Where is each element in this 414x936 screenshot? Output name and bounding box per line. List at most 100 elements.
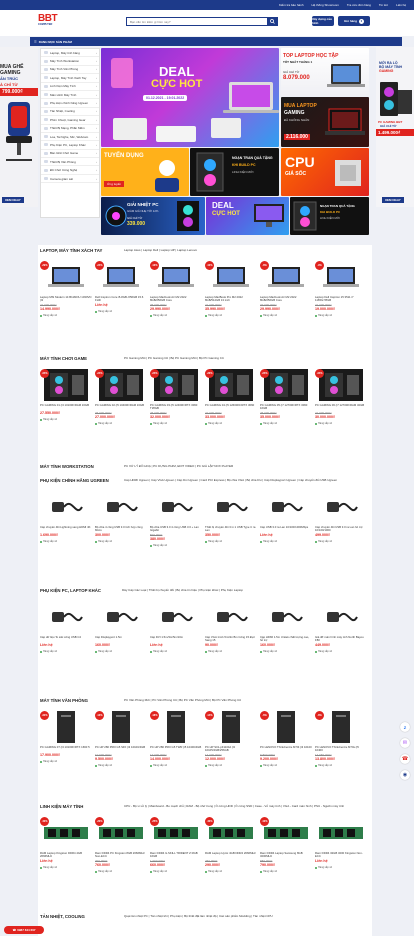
product-name[interactable]: PC LENOVO ThinkCentre M70t (i3 10100 <box>260 746 312 753</box>
product-card[interactable]: -8% Laptop Macbook Air M2 2022 8GB/256GB … <box>260 261 312 317</box>
product-card[interactable]: -6% PC LENOVO ThinkCentre M70t (i3 10100 9… <box>260 711 312 767</box>
product-card[interactable]: Cáp Displayport 1.5m 160.000₫ Hàng sắp về <box>95 601 147 653</box>
product-image[interactable] <box>315 601 367 633</box>
menu-item[interactable]: Camera giám sát › <box>41 175 99 184</box>
right-side-ad[interactable]: MỚI RA LÒ BỘ MÁY TÍNH GAMING PC GAMING B… <box>376 47 414 207</box>
product-name[interactable]: Cáp VGA 1m/1.5m/3m/5m Cổng 15 Đực Sang 1… <box>205 636 257 643</box>
product-name[interactable]: Cáp chuyển đổi USB 3.0 ra Lan hỗ trợ 10/… <box>315 526 367 533</box>
product-card[interactable]: Giá đỡ màn hình máy tính North Bayou F80… <box>315 601 367 653</box>
product-name[interactable]: PC GAMING 04 (i5 12600KF/RTX 3060 <box>205 404 257 411</box>
section-title[interactable]: LINH KIỆN MÁY TÍNH <box>40 804 83 809</box>
search-button[interactable] <box>267 18 277 25</box>
product-name[interactable]: Bộ chia USB 3.0 4 cổng USB 3.0 + Lan Gig… <box>150 526 202 533</box>
product-name[interactable]: Bộ chia 4 cổng USB 3.0 tích hợp cổng Mic… <box>95 526 147 533</box>
menu-item[interactable]: Laptop, Máy Tính Xách Tay › <box>41 74 99 83</box>
product-card[interactable]: Bộ chia 4 cổng USB 3.0 tích hợp cổng Mic… <box>95 491 147 547</box>
chat-widget[interactable]: ◉ <box>400 770 410 780</box>
product-name[interactable]: Cáp HDMI 1.5m Unitek chất lượng cao, hỗ … <box>260 636 312 643</box>
section-category-links[interactable]: CPU - Bộ vi xử lý | Mainboard - Bo mạch … <box>124 804 370 808</box>
section-title[interactable]: LAPTOP, MÁY TÍNH XÁCH TAY <box>40 248 102 253</box>
menu-item[interactable]: Thiết Bị Văn Phòng › <box>41 158 99 167</box>
product-card[interactable]: Cáp DVI 1.5m/3m/5m/10m Liên hệ Hàng sắp về <box>150 601 202 653</box>
topbar-link[interactable]: Liên hệ <box>396 3 406 7</box>
product-card[interactable]: -24% Dell Inspiron Core i5-8GB /256GB 15.… <box>95 261 147 317</box>
product-image[interactable] <box>95 491 147 523</box>
section-title[interactable]: PHỤ KIỆN CHÍNH HÃNG UGREEN <box>40 478 109 483</box>
product-name[interactable]: PC GAMING 07 (i3 10100F/RTX 1660 5 <box>40 746 92 753</box>
product-name[interactable]: Cáp DVI 1.5m/3m/5m/10m <box>150 636 202 643</box>
section-title[interactable]: PHỤ KIỆN PC, LAPTOP KHÁC <box>40 588 101 593</box>
product-image[interactable] <box>260 601 312 633</box>
zalo-widget[interactable]: Z <box>400 722 410 732</box>
logo[interactable]: BBT COMPUTER <box>38 13 82 33</box>
menu-item[interactable]: Bàn Ghế Chơi Game › <box>41 150 99 159</box>
product-card[interactable]: -24% PC GAMING 02 (i5 10400F/RAM 16GB 36.0… <box>95 369 147 425</box>
build-pc-button[interactable]: Xây dựng cấu hình <box>312 16 334 26</box>
menu-item[interactable]: Phụ kiện chính hãng Ugreen › <box>41 99 99 108</box>
product-card[interactable]: Cáp chuyển đổi USB 3.0 ra Lan hỗ trợ 10/… <box>315 491 367 547</box>
product-card[interactable]: Cáp chuyển đổi Lightning sang HDMI 4K 1.6… <box>40 491 92 547</box>
product-image[interactable] <box>150 491 202 523</box>
left-ad-cta[interactable]: XEM NGAY <box>2 197 24 203</box>
product-name[interactable]: Thiết bị chuyển đổi 3 in 1 USB Type C ra… <box>205 526 257 533</box>
product-name[interactable]: Giá đỡ màn hình máy tính North Bayou F80 <box>315 636 367 643</box>
product-card[interactable]: Ram DDR4 32GB 3200 Kingston Non-ECC Liên … <box>315 817 367 873</box>
product-card[interactable]: -8% PC LENOVO ThinkCentre M70s (i5 10400 1… <box>315 711 367 767</box>
product-card[interactable]: -10% Laptop MacBook Pro M2 2022 8GB/512GB… <box>205 261 257 317</box>
product-image[interactable] <box>315 491 367 523</box>
product-name[interactable]: PC GAMING 05 (i7 12700F/RTX 3060 16GB <box>260 404 312 411</box>
product-name[interactable]: Laptop Dell Inspiron 15 3511 i7 1165G7/8… <box>315 296 367 303</box>
product-card[interactable]: -14% PC HP S01-pF1104d (i3 10105/4GB/256G… <box>205 711 257 767</box>
product-name[interactable]: PC HP 280 PRO G5 TWR (i5 10400/4GB <box>150 746 202 753</box>
topbar-link[interactable]: Tra cứu đơn hàng <box>347 3 371 7</box>
product-image[interactable] <box>315 817 367 849</box>
product-name[interactable]: PC HP 280 PRO G5 SFF (i3 10100/4GB <box>95 746 147 753</box>
product-name[interactable]: PC HP S01-pF1104d (i3 10105/4GB/256GB <box>205 746 257 753</box>
build-pc-gift-banner[interactable]: NGẠN TRAN QUÀ TẶNG KHI BUILD PC LINH KIỆ… <box>190 148 279 196</box>
product-name[interactable]: Cáp USB 3.0 ra Lan 10/100/1000Mbps <box>260 526 312 533</box>
pc-deal-banner[interactable]: DEAL CỰC HOT <box>206 197 289 235</box>
product-image[interactable] <box>205 601 257 633</box>
product-image[interactable] <box>260 491 312 523</box>
section-title[interactable]: MÁY TÍNH CHƠI GAME <box>40 356 87 361</box>
product-name[interactable]: Ram DDR4 PC Kingston 8GB 2666MHz Non-ECC <box>95 852 147 859</box>
menu-item[interactable]: Laptop, Máy tính bảng › <box>41 49 99 58</box>
search-input[interactable] <box>127 18 267 25</box>
product-card[interactable]: Cáp VGA 1m/1.5m/3m/5m Cổng 15 Đực Sang 1… <box>205 601 257 653</box>
menu-item[interactable]: Phụ Kiện PC, Laptop Khác › <box>41 141 99 150</box>
product-card[interactable]: Cáp dữ liệu To sắc cổng USB C2 Liên hệ Hàn… <box>40 601 92 653</box>
product-card[interactable]: -24% PC GAMING 05 (i7 12700F/RTX 3060 16G… <box>260 369 312 425</box>
product-name[interactable]: Cáp chuyển đổi Lightning sang HDMI 4K <box>40 526 92 533</box>
section-category-links[interactable]: Dây Cáp Các Loại | Thiết bị chuyển đổi |… <box>122 588 370 592</box>
product-name[interactable]: Cáp dữ liệu To sắc cổng USB C2 <box>40 636 92 643</box>
build-pc-gift-banner-2[interactable]: NGẠN TRAN QUÀ TẶNG KHI BUILD PC LINH KIỆ… <box>290 197 369 235</box>
product-image[interactable] <box>40 601 92 633</box>
product-name[interactable]: Laptop MacBook Pro M2 2022 8GB/512GB 13 … <box>205 296 257 303</box>
product-card[interactable]: Cáp HDMI 1.5m Unitek chất lượng cao, hỗ … <box>260 601 312 653</box>
recruit-cta[interactable]: Ứng tuyển <box>104 181 125 187</box>
product-name[interactable]: Ram DDR4 G.SKILL TRIDENT Z RGB 16GB <box>150 852 202 859</box>
main-deal-banner[interactable]: DEAL CỰC HOT 01.12.2021 - 19.01.2022 <box>101 48 279 147</box>
product-image[interactable] <box>40 491 92 523</box>
product-image[interactable] <box>150 601 202 633</box>
product-name[interactable]: Laptop MSI Modern 14 B11MOU 1030VN (i3 <box>40 296 92 303</box>
product-name[interactable]: PC GAMING 02 (i5 10400F/RAM 16GB <box>95 404 147 411</box>
product-card[interactable]: -24% PC GAMING 03 (i5 12400F/RTX 3060 TI/… <box>150 369 202 425</box>
topbar-link[interactable]: Kiểm tra bảo hành <box>279 3 304 7</box>
section-title[interactable]: MÁY TÍNH WORKSTATION <box>40 464 94 469</box>
product-image[interactable] <box>205 491 257 523</box>
section-category-links[interactable]: PC Gaming Mới | PC Gaming Cũ | Bộ PC Gam… <box>124 356 370 360</box>
left-side-ad[interactable]: MUA GHẾ GAMING ẤN TRÚC À CHỈ TỪ 799.000₫… <box>0 47 38 207</box>
product-card[interactable]: Thiết bị chuyển đổi 3 in 1 USB Type C ra… <box>205 491 257 547</box>
menu-item[interactable]: Phím Chuột, Gaming Gear › <box>41 116 99 125</box>
product-card[interactable]: -25% Ram DDR4 G.SKILL TRIDENT Z RGB 16GB 1… <box>150 817 202 873</box>
product-name[interactable]: PC GAMING 01 (i3 10100F/RAM 16GB <box>40 404 92 411</box>
product-card[interactable]: -9% Laptop Dell Inspiron 15 3511 i7 1165G… <box>315 261 367 317</box>
menu-item[interactable]: Linh Kiện Máy Tính › <box>41 83 99 91</box>
menu-item[interactable]: Loa, Tai Nghe, Mic, Webcam › <box>41 133 99 142</box>
section-category-links[interactable]: PC XỬ LÝ ĐỒ HOẠ | PC DỰNG PHIM, EDIT VID… <box>124 464 370 468</box>
cart-button[interactable]: Giỏ hàng 0 <box>338 16 370 26</box>
menu-item[interactable]: Thiết Bị Mạng, Phần Mềm › <box>41 125 99 133</box>
product-name[interactable]: Cáp Displayport 1.5m <box>95 636 147 643</box>
menu-item[interactable]: Máy Tính Workstation › <box>41 57 99 66</box>
